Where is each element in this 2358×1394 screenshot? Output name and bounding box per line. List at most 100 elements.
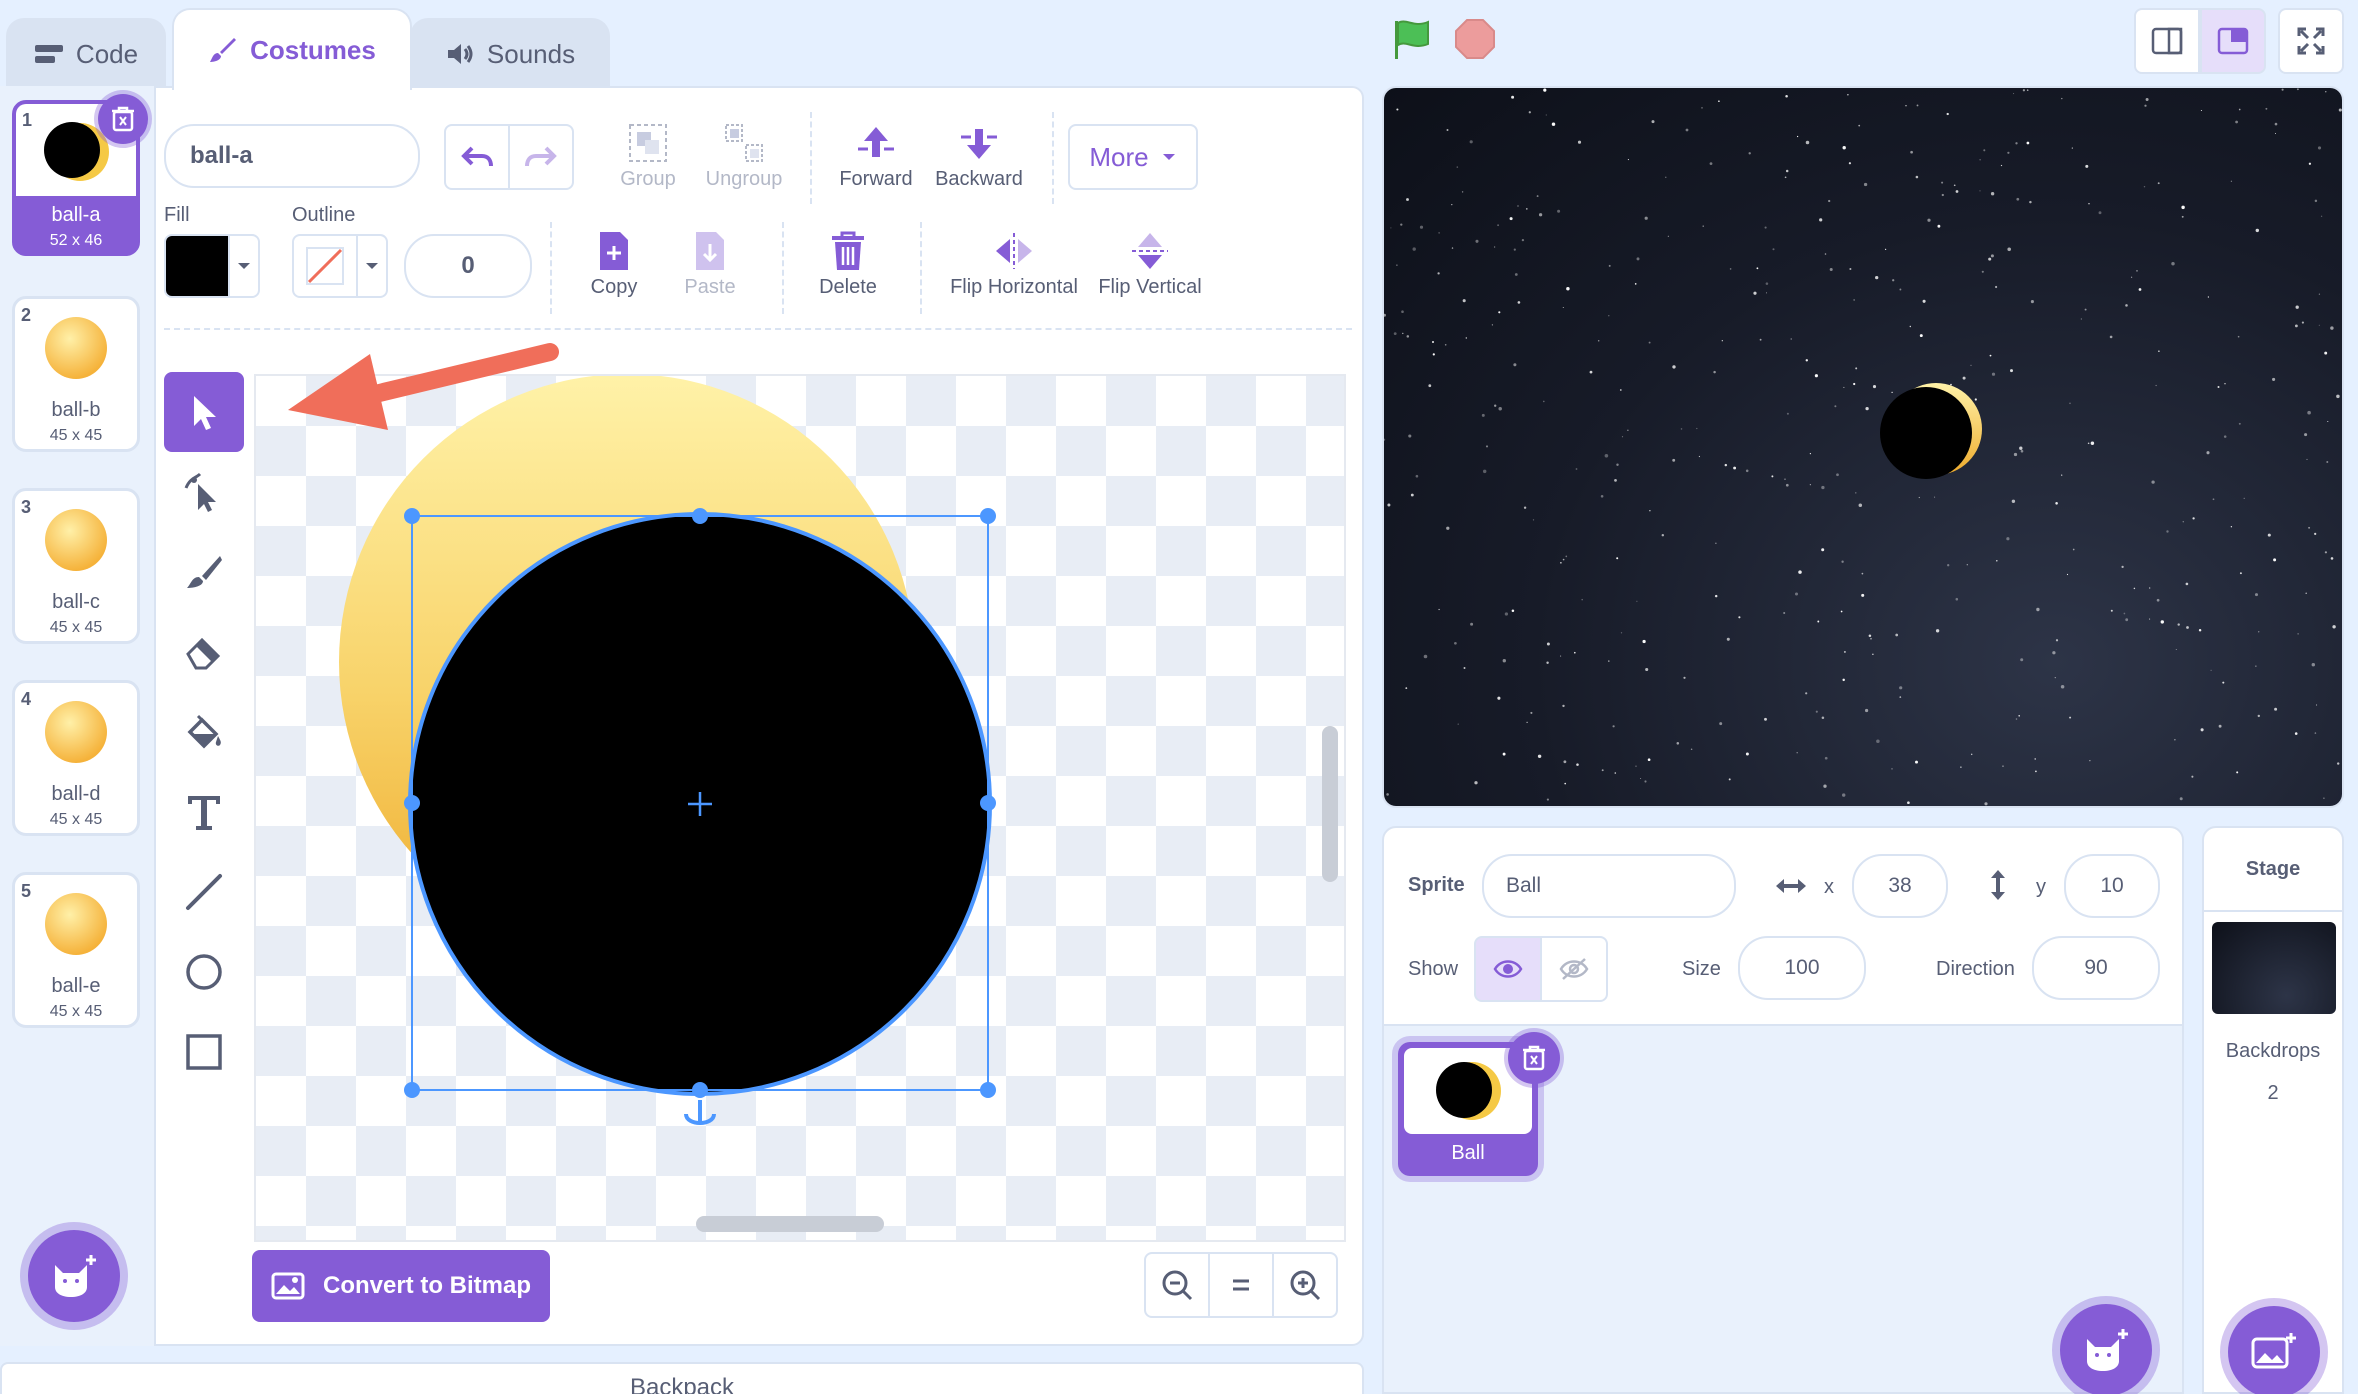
costume-size: 45 x 45 bbox=[49, 811, 103, 828]
size-value: 100 bbox=[1784, 956, 1820, 979]
stage-title: Stage bbox=[2245, 858, 2301, 880]
paint-bucket-icon bbox=[187, 714, 221, 749]
fill-tool[interactable] bbox=[164, 692, 244, 772]
small-stage-button[interactable] bbox=[2134, 8, 2200, 74]
zoom-out-button[interactable] bbox=[1144, 1252, 1210, 1318]
ungroup-button[interactable]: Ungroup bbox=[696, 118, 792, 191]
paste-label: Paste bbox=[684, 276, 736, 298]
zoom-in-button[interactable] bbox=[1272, 1252, 1338, 1318]
rectangle-tool[interactable] bbox=[164, 1012, 244, 1092]
annotation-arrow-icon bbox=[288, 343, 559, 430]
undo-icon bbox=[461, 146, 493, 167]
choose-backdrop-button[interactable] bbox=[2228, 1306, 2320, 1394]
backpack-header[interactable]: Backpack bbox=[0, 1362, 1364, 1394]
brush-tool[interactable] bbox=[164, 532, 244, 612]
convert-to-bitmap-button[interactable]: Convert to Bitmap bbox=[252, 1250, 550, 1322]
direction-label: Direction bbox=[1936, 958, 2015, 980]
normal-stage-button[interactable] bbox=[2200, 8, 2266, 74]
redo-button[interactable] bbox=[508, 124, 574, 190]
reshape-tool[interactable] bbox=[164, 452, 244, 532]
ball-sprite[interactable] bbox=[1878, 378, 1988, 488]
toolbar-divider bbox=[550, 222, 552, 314]
show-label: Show bbox=[1408, 958, 1459, 980]
costume-item[interactable]: 4 ball-d 45 x 45 bbox=[12, 680, 140, 836]
canvas-artwork bbox=[339, 376, 1338, 1232]
choose-costume-button[interactable] bbox=[28, 1230, 120, 1322]
zoom-out-icon bbox=[1162, 1270, 1193, 1301]
outline-width-input[interactable]: 0 bbox=[404, 234, 532, 298]
outline-color-picker[interactable] bbox=[292, 234, 388, 298]
fill-color-picker[interactable] bbox=[164, 234, 260, 298]
delete-costume-button[interactable] bbox=[98, 94, 148, 144]
costume-item[interactable]: 3 ball-c 45 x 45 bbox=[12, 488, 140, 644]
costume-item[interactable]: 2 ball-b 45 x 45 bbox=[12, 296, 140, 452]
forward-label: Forward bbox=[839, 168, 913, 190]
tab-costumes[interactable]: Costumes bbox=[172, 8, 412, 90]
costume-ball-thumb bbox=[45, 509, 107, 571]
vertical-arrows-icon bbox=[1991, 870, 2005, 900]
tab-sounds[interactable]: Sounds bbox=[410, 18, 610, 88]
flip-horizontal-button[interactable]: Flip Horizontal bbox=[942, 226, 1086, 299]
show-visible-button[interactable] bbox=[1474, 936, 1542, 1002]
y-input[interactable]: 10 bbox=[2064, 854, 2160, 918]
y-label: y bbox=[2036, 876, 2046, 898]
paste-button[interactable]: Paste bbox=[670, 226, 750, 299]
size-input[interactable]: 100 bbox=[1738, 936, 1866, 1000]
costume-item[interactable]: 5 ball-e 45 x 45 bbox=[12, 872, 140, 1028]
costume-ball-thumb bbox=[45, 317, 107, 379]
direction-input[interactable]: 90 bbox=[2032, 936, 2160, 1000]
eye-hidden-icon bbox=[1559, 958, 1589, 980]
flip-vertical-button[interactable]: Flip Vertical bbox=[1092, 226, 1208, 299]
delete-label: Delete bbox=[819, 276, 877, 298]
y-value: 10 bbox=[2100, 874, 2124, 897]
flip-vertical-icon bbox=[1092, 226, 1208, 276]
rectangle-icon bbox=[186, 1034, 222, 1070]
code-icon bbox=[34, 43, 64, 65]
copy-button[interactable]: Copy bbox=[574, 226, 654, 299]
costume-name: ball-e bbox=[51, 975, 101, 997]
stop-icon[interactable] bbox=[1454, 18, 1496, 60]
zoom-reset-button[interactable] bbox=[1208, 1252, 1274, 1318]
delete-sprite-button[interactable] bbox=[1508, 1032, 1560, 1084]
vertical-scrollbar bbox=[1322, 726, 1338, 882]
select-tool[interactable] bbox=[164, 372, 244, 452]
costume-name-input[interactable]: ball-a bbox=[164, 124, 420, 188]
outline-width-value: 0 bbox=[461, 252, 475, 279]
sprite-list: Ball bbox=[1382, 1026, 2184, 1394]
x-input[interactable]: 38 bbox=[1852, 854, 1948, 918]
redo-icon bbox=[525, 146, 557, 167]
tab-sounds-label: Sounds bbox=[486, 38, 576, 69]
group-icon bbox=[606, 118, 690, 168]
tab-costumes-label: Costumes bbox=[250, 34, 376, 65]
ungroup-label: Ungroup bbox=[705, 168, 783, 190]
eye-icon bbox=[1493, 960, 1523, 978]
forward-icon bbox=[826, 118, 926, 168]
costume-number: 2 bbox=[21, 305, 32, 325]
reshape-icon bbox=[184, 472, 216, 512]
delete-button[interactable]: Delete bbox=[806, 226, 890, 299]
flip-vertical-label: Flip Vertical bbox=[1098, 276, 1202, 298]
no-outline-swatch bbox=[294, 236, 356, 296]
backward-button[interactable]: Backward bbox=[926, 118, 1032, 191]
eraser-tool[interactable] bbox=[164, 612, 244, 692]
stage-canvas[interactable] bbox=[1382, 86, 2344, 808]
cat-plus-icon bbox=[2087, 1329, 2128, 1371]
undo-button[interactable] bbox=[444, 124, 510, 190]
rotate-handle bbox=[684, 1100, 716, 1125]
choose-sprite-button[interactable] bbox=[2060, 1304, 2152, 1394]
sprite-name-input[interactable]: Ball bbox=[1482, 854, 1736, 918]
stage-selector[interactable]: Stage Backdrops 2 bbox=[2202, 826, 2344, 1394]
toolbar-divider bbox=[1052, 112, 1054, 204]
more-dropdown[interactable]: More bbox=[1068, 124, 1198, 190]
group-button[interactable]: Group bbox=[606, 118, 690, 191]
costume-ball-thumb bbox=[45, 701, 107, 763]
circle-tool[interactable] bbox=[164, 932, 244, 1012]
green-flag-icon[interactable] bbox=[1392, 18, 1432, 62]
tab-code[interactable]: Code bbox=[6, 18, 166, 88]
line-tool[interactable] bbox=[164, 852, 244, 932]
text-tool[interactable] bbox=[164, 772, 244, 852]
fullscreen-button[interactable] bbox=[2278, 8, 2344, 74]
forward-button[interactable]: Forward bbox=[826, 118, 926, 191]
paint-canvas[interactable] bbox=[254, 374, 1346, 1242]
show-hidden-button[interactable] bbox=[1540, 936, 1608, 1002]
